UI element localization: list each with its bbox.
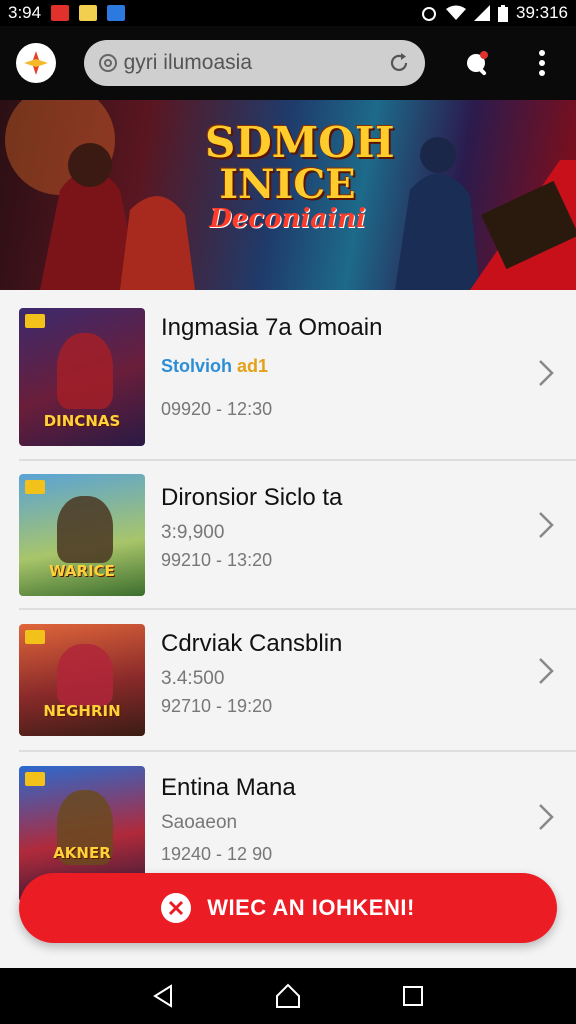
search-bar[interactable]: gyri ilumoasia — [83, 40, 425, 86]
refresh-icon[interactable] — [387, 51, 411, 75]
nav-back-button[interactable] — [141, 974, 185, 1018]
item-subtitle: Stolvioh ad1 — [161, 356, 382, 377]
app-notification-icon — [51, 5, 70, 21]
thumbnail-caption: NEGHRIN — [43, 702, 121, 720]
back-triangle-icon — [152, 984, 172, 1008]
item-text: Ingmasia 7a Omoain Stolvioh ad1 09920 - … — [161, 314, 382, 420]
app-bar: gyri ilumoasia — [0, 26, 576, 100]
app-logo[interactable] — [16, 43, 56, 83]
item-thumbnail: WARICE — [19, 474, 145, 596]
system-nav-bar — [0, 968, 576, 1024]
item-text: Entina Mana Saoaeon 19240 - 12 90 — [161, 774, 296, 865]
cta-button[interactable]: WIEC AN IOHKENI! — [19, 873, 557, 943]
item-title: Cdrviak Cansblin — [161, 630, 343, 657]
item-thumbnail: DINCNAS — [19, 308, 145, 446]
item-text: Cdrviak Cansblin 3.4:500 92710 - 19:20 — [161, 630, 342, 717]
badge-icon — [25, 630, 45, 644]
more-options-button[interactable] — [524, 45, 560, 81]
divider — [19, 459, 576, 461]
notifications-button[interactable] — [459, 45, 495, 81]
banner-title: SDMOH INICE Deconiaini — [205, 118, 395, 234]
banner-title-line2: INICE — [219, 160, 356, 208]
chevron-right-icon[interactable] — [538, 511, 554, 539]
hero-banner[interactable]: SDMOH INICE Deconiaini — [0, 100, 576, 290]
badge-icon — [25, 772, 45, 786]
signal-icon — [474, 5, 490, 21]
alarm-icon — [422, 7, 436, 21]
wifi-icon — [446, 5, 466, 20]
battery-icon — [498, 4, 508, 22]
shield-notification-icon — [107, 5, 126, 21]
thumbnail-caption: WARICE — [49, 562, 115, 580]
more-vert-icon — [539, 50, 546, 76]
home-icon — [275, 983, 300, 1008]
nav-home-button[interactable] — [266, 974, 310, 1018]
compass-star-icon — [23, 51, 48, 75]
chevron-right-icon[interactable] — [538, 359, 554, 387]
notification-bell-icon — [466, 51, 488, 76]
search-input[interactable]: gyri ilumoasia — [124, 51, 387, 75]
item-title: Ingmasia 7a Omoain — [161, 314, 383, 341]
item-subtitle: 3.4:500 — [161, 668, 225, 689]
badge-icon — [25, 480, 45, 494]
chevron-right-icon[interactable] — [538, 657, 554, 685]
item-text: Dironsior Siclo ta 3:9,900 99210 - 13:20 — [161, 484, 342, 571]
character-figure — [56, 644, 114, 706]
nav-recents-button[interactable] — [391, 974, 435, 1018]
at-icon — [98, 54, 117, 72]
list-item[interactable]: DINCNAS Ingmasia 7a Omoain Stolvioh ad1 … — [0, 298, 576, 448]
status-bar: 3:94 39:316 — [0, 0, 576, 26]
cta-icon — [161, 893, 192, 923]
note-notification-icon — [79, 5, 98, 21]
recents-square-icon — [403, 986, 424, 1006]
item-thumbnail: NEGHRIN — [19, 624, 145, 736]
cta-area: WIEC AN IOHKENI! — [0, 858, 576, 968]
badge-icon — [25, 314, 45, 328]
item-subtitle-a: Stolvioh — [161, 356, 232, 376]
item-title: Entina Mana — [161, 774, 296, 801]
cta-label: WIEC AN IOHKENI! — [207, 895, 415, 920]
banner-title-line1: SDMOH — [205, 118, 395, 167]
item-subtitle: 3:9,900 — [161, 522, 225, 543]
thumbnail-caption: DINCNAS — [43, 412, 121, 430]
status-time-left: 3:94 — [8, 3, 42, 22]
swords-icon — [169, 900, 184, 916]
character-figure — [56, 495, 114, 564]
status-time-right: 39:316 — [516, 3, 568, 22]
item-time: 92710 - 19:20 — [161, 696, 273, 716]
banner-title-line3: Deconiaini — [209, 203, 366, 234]
list-item[interactable]: WARICE Dironsior Siclo ta 3:9,900 99210 … — [0, 462, 576, 612]
list-item[interactable]: NEGHRIN Cdrviak Cansblin 3.4:500 92710 -… — [0, 610, 576, 760]
item-time: 09920 - 12:30 — [161, 399, 273, 419]
character-figure — [56, 332, 114, 409]
item-subtitle-b: ad1 — [237, 356, 269, 376]
item-time: 99210 - 13:20 — [161, 550, 273, 570]
item-subtitle: Saoaeon — [161, 812, 238, 833]
item-title: Dironsior Siclo ta — [161, 484, 343, 511]
chevron-right-icon[interactable] — [538, 803, 554, 831]
